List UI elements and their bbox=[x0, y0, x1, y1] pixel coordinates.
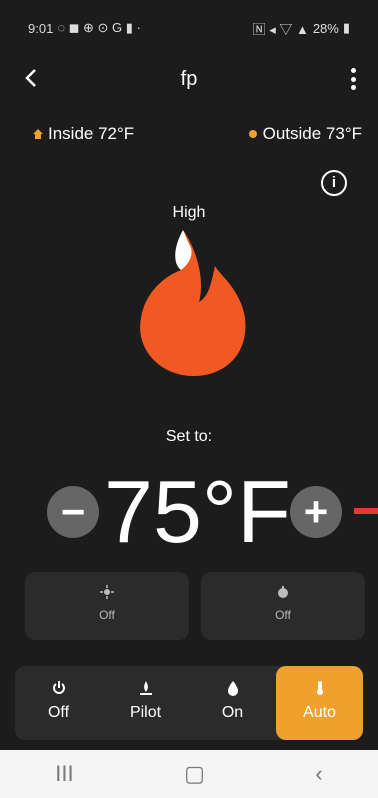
inside-temp: Inside 72°F bbox=[32, 124, 134, 144]
back-nav-icon[interactable]: ‹ bbox=[315, 761, 322, 787]
more-menu-icon[interactable] bbox=[350, 68, 356, 90]
home-icon bbox=[33, 129, 43, 139]
drop-icon bbox=[227, 681, 238, 696]
battery-percent: 28% bbox=[312, 20, 339, 36]
inside-temp-label: Inside 72°F bbox=[48, 124, 135, 143]
increase-button[interactable]: + bbox=[290, 486, 342, 538]
pilot-icon bbox=[139, 681, 152, 695]
off-button[interactable]: Off bbox=[15, 666, 102, 740]
set-to-label: Set to: bbox=[165, 428, 213, 445]
auto-button[interactable]: Auto bbox=[276, 666, 363, 740]
home-nav-icon[interactable]: ▢ bbox=[184, 761, 205, 787]
minus-icon: − bbox=[60, 488, 86, 535]
outside-temp-label: Outside 73°F bbox=[262, 124, 362, 143]
battery-icon: ▮ bbox=[342, 20, 350, 35]
pilot-label: Pilot bbox=[129, 704, 162, 721]
info-icon[interactable]: i bbox=[321, 170, 347, 196]
page-title: fp bbox=[180, 68, 198, 90]
timer-toggle[interactable]: Off bbox=[201, 572, 365, 640]
timer-status: Off bbox=[275, 608, 291, 622]
light-status: Off bbox=[99, 608, 115, 622]
power-icon bbox=[52, 681, 65, 694]
set-temperature: 75°F bbox=[104, 462, 291, 561]
status-time: 9:01 bbox=[28, 20, 54, 36]
thermometer-icon bbox=[316, 681, 323, 695]
on-button[interactable]: On bbox=[189, 666, 276, 740]
flame-icon bbox=[140, 230, 246, 376]
top-bar: fp bbox=[0, 56, 378, 104]
timer-icon bbox=[278, 586, 288, 598]
red-annotation-mark bbox=[354, 508, 378, 514]
status-icons-right: 🄽 ◂ ▽ ▲ bbox=[252, 21, 309, 37]
plus-icon: + bbox=[303, 488, 329, 535]
outside-temp: Outside 73°F bbox=[247, 124, 362, 144]
pilot-button[interactable]: Pilot bbox=[102, 666, 189, 740]
android-nav-bar: III ▢ ‹ bbox=[0, 750, 378, 798]
light-toggle[interactable]: Off bbox=[25, 572, 189, 640]
status-icons-left: ◌ ◼ ⊕ ⊙ G ▮ · bbox=[57, 20, 141, 35]
status-left: 9:01 ◌ ◼ ⊕ ⊙ G ▮ · bbox=[28, 20, 141, 36]
temperature-row: Inside 72°F Outside 73°F bbox=[0, 118, 378, 152]
decrease-button[interactable]: − bbox=[47, 486, 99, 538]
status-bar: 9:01 ◌ ◼ ⊕ ⊙ G ▮ · 🄽 ◂ ▽ ▲ 28% ▮ bbox=[0, 0, 378, 56]
control-bar: Off Pilot On Auto bbox=[15, 666, 363, 740]
light-icon bbox=[100, 585, 114, 599]
on-label: On bbox=[221, 704, 244, 721]
auto-label: Auto bbox=[303, 704, 336, 721]
off-label: Off bbox=[47, 704, 70, 721]
sun-icon bbox=[248, 130, 257, 138]
recent-apps-icon[interactable]: III bbox=[55, 761, 73, 787]
status-right: 🄽 ◂ ▽ ▲ 28% ▮ bbox=[253, 19, 350, 38]
flame-level-label: High bbox=[172, 204, 206, 221]
